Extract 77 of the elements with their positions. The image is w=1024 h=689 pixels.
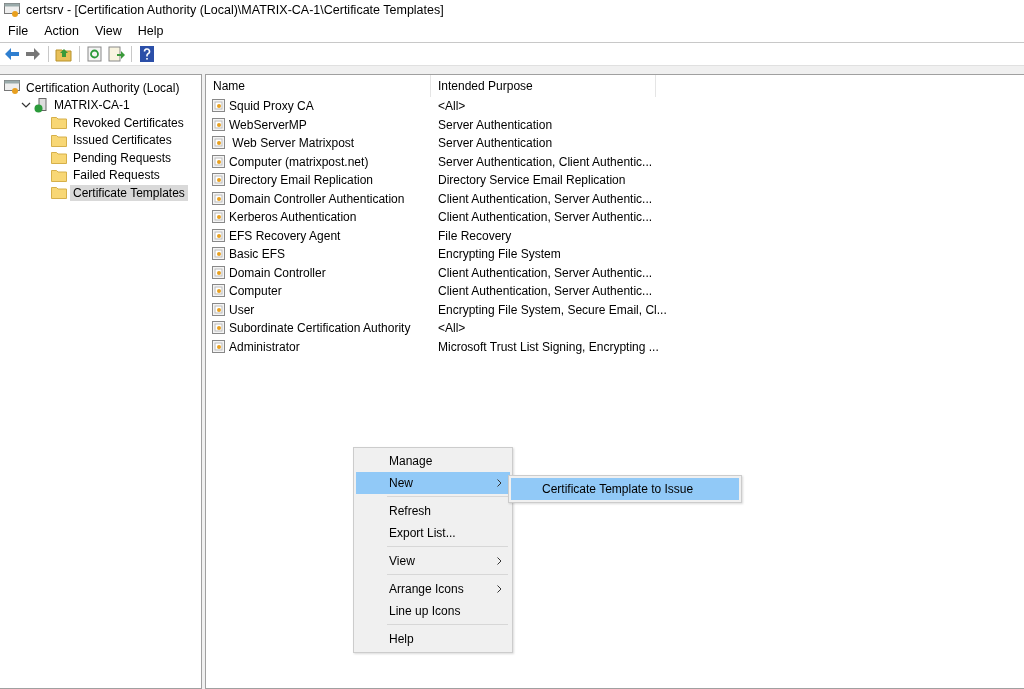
certificate-icon — [212, 99, 226, 114]
folder-icon — [51, 133, 67, 147]
certificate-icon — [212, 117, 226, 132]
template-name[interactable]: Basic EFS — [229, 247, 285, 262]
menu-item[interactable]: Action — [38, 24, 85, 38]
template-name[interactable]: Directory Email Replication — [229, 173, 374, 188]
certificate-icon — [212, 247, 226, 262]
app-icon — [4, 2, 20, 18]
table-cell-text: Server Authentication — [437, 136, 553, 151]
tree-item[interactable]: Pending Requests — [70, 149, 175, 166]
column-header[interactable]: Name — [206, 75, 431, 97]
template-name[interactable]: WebServerMP — [229, 117, 307, 132]
certification-authority-icon — [4, 80, 20, 96]
context-menu-item[interactable]: Arrange Icons — [356, 578, 510, 600]
table-cell-text: Microsoft Trust List Signing, Encrypting ... — [437, 339, 659, 354]
table-cell-text: Client Authentication, Server Authentic... — [437, 210, 653, 225]
template-name[interactable]: Computer (matrixpost.net) — [229, 154, 369, 169]
template-name[interactable]: Subordinate Certification Authority — [229, 321, 411, 336]
certificate-icon — [212, 228, 226, 243]
certificate-icon — [212, 210, 226, 225]
table-cell-text: Client Authentication, Server Authentic... — [437, 284, 653, 299]
folder-icon — [51, 151, 67, 165]
server-icon — [34, 97, 48, 113]
context-menu-item[interactable]: Refresh — [356, 500, 510, 522]
menu-item[interactable]: File — [2, 24, 35, 38]
window-title: certsrv - [Certification Authority (Local)\MATRIX-CA-1\Certificate Templates] — [26, 3, 444, 17]
table-cell-text: Client Authentication, Server Authentic... — [437, 191, 653, 206]
template-name[interactable]: Administrator — [229, 339, 300, 354]
table-cell-text: Server Authentication — [437, 117, 553, 132]
template-name[interactable]: Squid Proxy CA — [229, 99, 314, 114]
tree-item[interactable]: Certificate Templates — [70, 184, 188, 201]
help-icon[interactable] — [138, 45, 156, 63]
folder-icon — [51, 186, 67, 200]
template-name[interactable]: Computer — [229, 284, 282, 299]
table-cell-text: File Recovery — [437, 228, 512, 243]
certificate-icon — [212, 265, 226, 280]
tree-item[interactable]: Revoked Certificates — [70, 114, 187, 131]
context-menu-item[interactable]: Manage — [356, 450, 510, 472]
tree-item[interactable]: Issued Certificates — [70, 132, 175, 149]
certificate-icon — [212, 339, 226, 354]
refresh-icon[interactable] — [86, 45, 104, 63]
template-name[interactable]: Kerberos Authentication — [229, 210, 357, 225]
template-name[interactable]: Web Server Matrixpost — [229, 136, 355, 151]
tree-item[interactable]: Certification Authority (Local) — [23, 79, 183, 96]
column-header[interactable]: Intended Purpose — [431, 75, 656, 97]
forward-arrow-icon[interactable] — [24, 45, 42, 63]
template-name[interactable]: EFS Recovery Agent — [229, 228, 341, 243]
context-menu-item[interactable]: View — [356, 550, 510, 572]
submenu-item[interactable]: Certificate Template to Issue — [511, 478, 739, 500]
table-cell-text: <All> — [437, 321, 466, 336]
context-menu-item[interactable]: New — [356, 472, 510, 494]
context-menu-item[interactable]: Line up Icons — [356, 600, 510, 622]
context-menu-item[interactable]: Help — [356, 628, 510, 650]
tree-item[interactable]: Failed Requests — [70, 167, 163, 184]
certificate-icon — [212, 302, 226, 317]
template-name[interactable]: User — [229, 302, 255, 317]
template-name[interactable]: Domain Controller — [229, 265, 326, 280]
certificate-icon — [212, 136, 226, 151]
table-cell-text: Encrypting File System — [437, 247, 561, 262]
certificate-icon — [212, 321, 226, 336]
tree-item[interactable]: MATRIX-CA-1 — [51, 97, 133, 114]
folder-icon — [51, 116, 67, 130]
table-cell-text: Server Authentication, Client Authentic... — [437, 154, 653, 169]
table-cell-text: <All> — [437, 99, 466, 114]
export-list-icon[interactable] — [107, 45, 125, 63]
folder-icon — [51, 168, 67, 182]
table-cell-text: Directory Service Email Replication — [437, 173, 626, 188]
context-menu-item[interactable]: Export List... — [356, 522, 510, 544]
template-name[interactable]: Domain Controller Authentication — [229, 191, 405, 206]
table-cell-text: Client Authentication, Server Authentic... — [437, 265, 653, 280]
menu-item[interactable]: Help — [131, 24, 170, 38]
certificate-icon — [212, 191, 226, 206]
table-cell-text: Encrypting File System, Secure Email, Cl... — [437, 302, 667, 317]
menu-item[interactable]: View — [88, 24, 128, 38]
certificate-icon — [212, 284, 226, 299]
certificate-icon — [212, 154, 226, 169]
certificate-icon — [212, 173, 226, 188]
